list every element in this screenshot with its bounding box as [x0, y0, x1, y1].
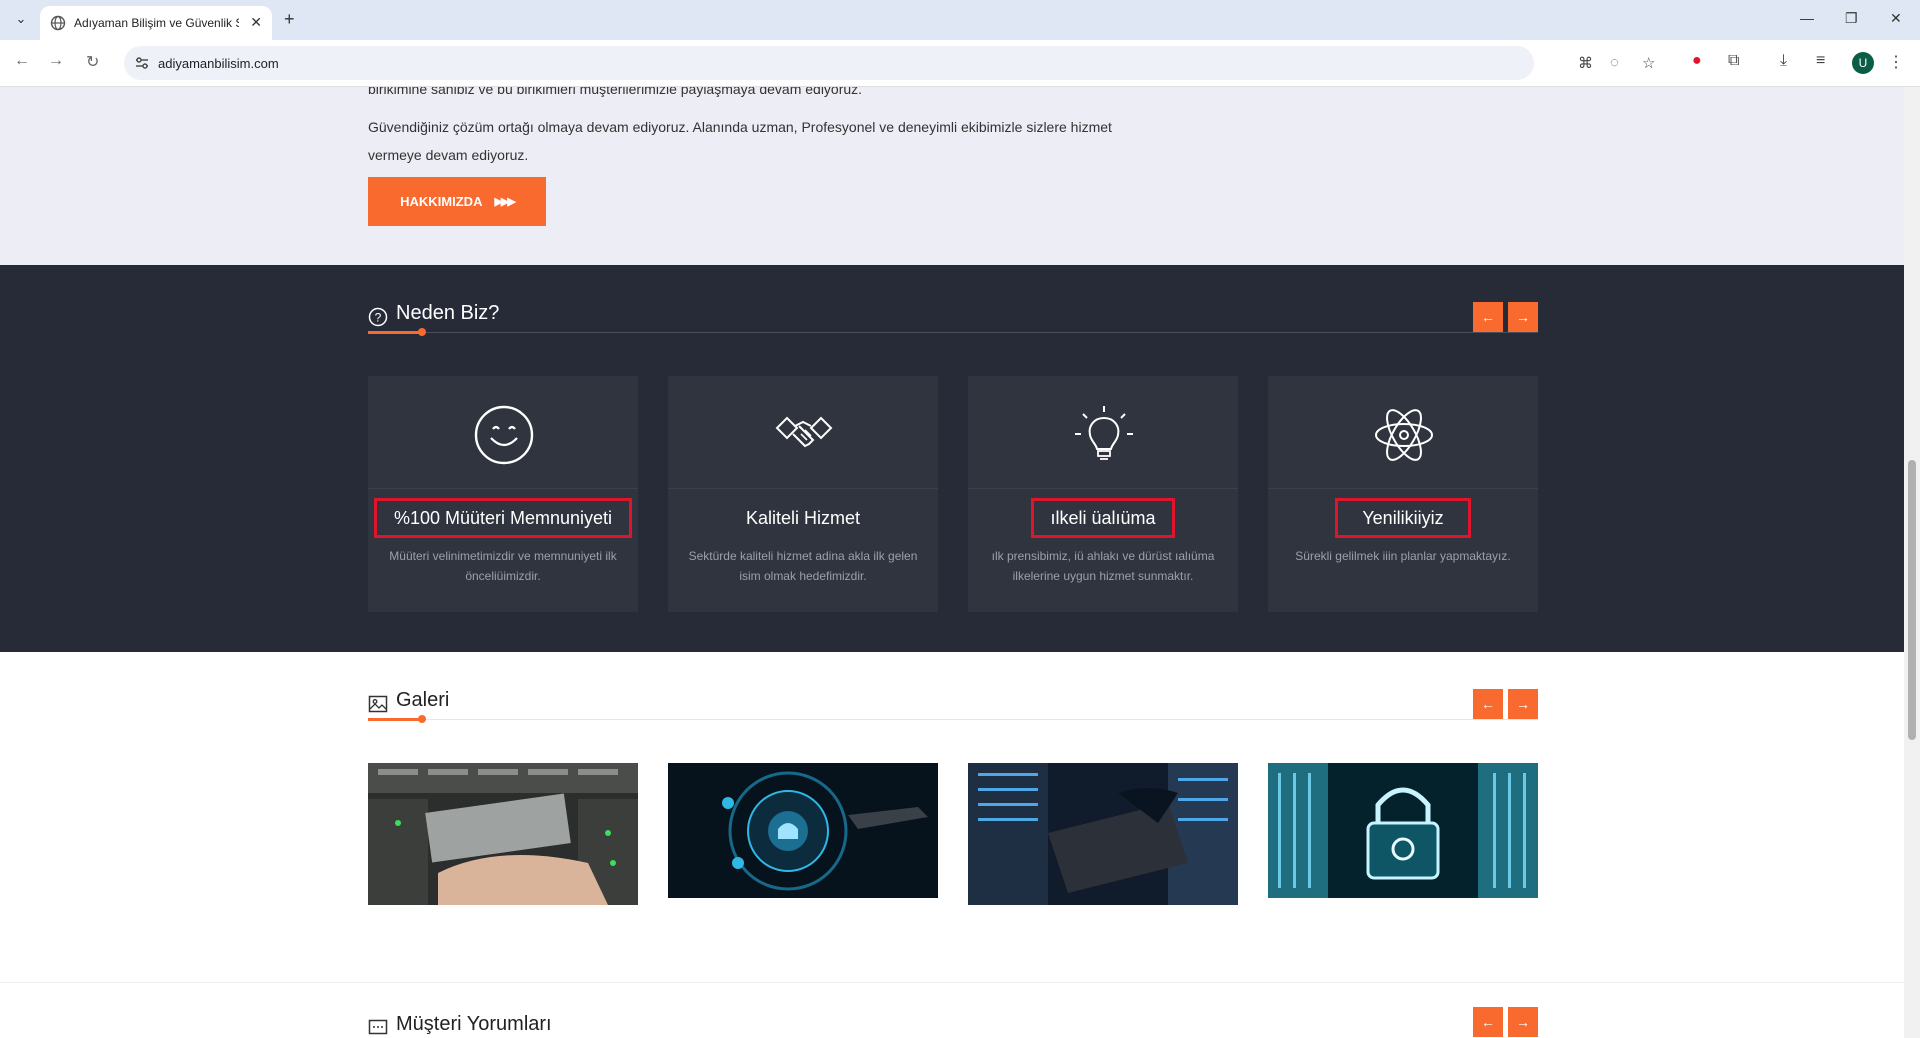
comment-icon: [368, 1019, 388, 1035]
about-text-line: birikimine sahibiz ve bu birikimleri müş…: [368, 87, 863, 97]
lock-datacenter-image[interactable]: [1268, 763, 1538, 898]
address-bar[interactable]: adiyamanbilisim.com ⌘ ◌ ☆: [124, 46, 1655, 80]
about-text-line: vermeye devam ediyoruz.: [368, 147, 529, 163]
reviews-prev-button[interactable]: ←: [1473, 1007, 1503, 1037]
browser-tab[interactable]: Adıyaman Bilişim ve Güvenlik S ✕: [40, 6, 272, 40]
download-icon[interactable]: ⤓: [1780, 52, 1787, 70]
card-description: Sektürde kaliteli hizmet adina akla ilk …: [688, 549, 918, 583]
media-icon[interactable]: ≡: [1816, 52, 1825, 70]
tab-close-icon[interactable]: ✕: [250, 14, 262, 31]
url-text: adiyamanbilisim.com: [158, 56, 279, 71]
question-circle-icon: ?: [368, 307, 388, 327]
new-tab-icon[interactable]: +: [284, 9, 295, 30]
tab-search-icon[interactable]: ⌄: [10, 8, 32, 30]
reload-icon[interactable]: ↻: [86, 52, 99, 72]
section-accent: [368, 331, 422, 334]
gallery-title: Galeri: [396, 689, 450, 711]
page-scrollbar[interactable]: [1904, 87, 1920, 1038]
minimize-icon[interactable]: —: [1800, 10, 1814, 26]
arrow-right-icon: →: [1516, 1014, 1530, 1030]
card-divider: [1268, 488, 1538, 489]
card-title: Yenilikiiyiz: [1335, 498, 1471, 538]
gallery-section: Galeri ← →: [0, 652, 1904, 982]
scrollbar-thumb[interactable]: [1908, 460, 1916, 740]
site-settings-icon[interactable]: [134, 55, 150, 71]
play-arrows-icon: ▶▶▶: [494, 196, 515, 208]
atom-icon: [1375, 409, 1433, 461]
image-icon: [368, 695, 388, 713]
browser-toolbar: ← → ↻ adiyamanbilisim.com ⌘ ◌ ☆ ● ⧉ ⤓ ≡ …: [0, 40, 1920, 87]
extensions-icon[interactable]: ⧉: [1728, 52, 1739, 70]
section-divider: [368, 332, 1538, 333]
why-next-button[interactable]: →: [1508, 302, 1538, 332]
card-divider: [368, 488, 638, 489]
restore-icon[interactable]: ❐: [1845, 10, 1858, 27]
why-us-section: ? Neden Biz? ← → %100 Müüteri Memnuniyet…: [0, 265, 1904, 652]
browser-tabbar: ⌄ Adıyaman Bilişim ve Güvenlik S ✕ + — ❐…: [0, 0, 1920, 40]
section-divider: [368, 719, 1538, 720]
card-description: Sürekli gelilmek iiin planlar yapmaktayı…: [1295, 549, 1511, 563]
why-prev-button[interactable]: ←: [1473, 302, 1503, 332]
feature-card: Kaliteli Hizmet Sektürde kaliteli hizmet…: [668, 376, 938, 612]
arrow-left-icon: ←: [1481, 1014, 1495, 1030]
window-close-icon[interactable]: ✕: [1890, 10, 1902, 27]
page-viewport: birikimine sahibiz ve bu birikimleri müş…: [0, 87, 1904, 1038]
handshake-icon: [775, 416, 833, 448]
lightbulb-icon: [1075, 406, 1133, 460]
about-button[interactable]: HAKKIMIZDA ▶▶▶: [368, 177, 546, 226]
opera-extension-icon[interactable]: ●: [1692, 52, 1702, 70]
reviews-section: Müşteri Yorumları ← →: [0, 982, 1904, 1038]
about-button-label: HAKKIMIZDA: [400, 194, 483, 209]
datacenter-laptop-image[interactable]: [968, 763, 1238, 905]
card-description: ılk prensibimiz, iü ahlakı ve dürüst ıal…: [991, 549, 1215, 583]
translate-icon[interactable]: ⌘: [1578, 54, 1593, 72]
why-us-header: ? Neden Biz?: [368, 302, 1538, 332]
feature-card: ılkeli üalıüma ılk prensibimiz, iü ahlak…: [968, 376, 1238, 612]
gallery-header: Galeri: [368, 689, 1538, 719]
svg-text:?: ?: [375, 311, 382, 325]
section-accent: [368, 718, 422, 721]
about-text-line: Güvendiğiniz çözüm ortağı olmaya devam e…: [368, 119, 1112, 135]
about-section: birikimine sahibiz ve bu birikimleri müş…: [0, 87, 1904, 265]
arrow-right-icon: →: [1516, 309, 1530, 325]
arrow-left-icon: ←: [1481, 309, 1495, 325]
bookmark-star-icon[interactable]: ☆: [1642, 54, 1655, 72]
feature-card: Yenilikiiyiz Sürekli gelilmek iiin planl…: [1268, 376, 1538, 612]
feature-card: %100 Müüteri Memnuniyeti Müüteri velinim…: [368, 376, 638, 612]
gallery-next-button[interactable]: →: [1508, 689, 1538, 719]
reviews-next-button[interactable]: →: [1508, 1007, 1538, 1037]
card-title: %100 Müüteri Memnuniyeti: [374, 498, 632, 538]
reviews-header: Müşteri Yorumları: [368, 1013, 1538, 1038]
profile-avatar[interactable]: U: [1852, 52, 1874, 74]
section-accent-dot: [418, 328, 426, 336]
smile-icon: [474, 405, 534, 465]
eye-off-icon[interactable]: ◌: [1610, 54, 1619, 71]
card-description: Müüteri velinimetimizdir ve memnuniyeti …: [389, 549, 617, 583]
arrow-left-icon: ←: [1481, 696, 1495, 712]
card-title: Kaliteli Hizmet: [745, 507, 861, 528]
tab-title: Adıyaman Bilişim ve Güvenlik S: [74, 16, 239, 30]
server-hand-image[interactable]: [368, 763, 638, 905]
reviews-title: Müşteri Yorumları: [396, 1013, 552, 1035]
card-divider: [968, 488, 1238, 489]
section-accent-dot: [418, 715, 426, 723]
globe-icon: [50, 15, 66, 31]
arrow-right-icon: →: [1516, 696, 1530, 712]
forward-icon[interactable]: →: [48, 52, 64, 70]
gallery-prev-button[interactable]: ←: [1473, 689, 1503, 719]
back-icon[interactable]: ←: [14, 52, 30, 70]
card-divider: [668, 488, 938, 489]
card-title: ılkeli üalıüma: [1031, 498, 1175, 538]
menu-icon[interactable]: ⋮: [1888, 52, 1904, 72]
cloud-security-image[interactable]: [668, 763, 938, 898]
why-us-title: Neden Biz?: [396, 302, 500, 324]
